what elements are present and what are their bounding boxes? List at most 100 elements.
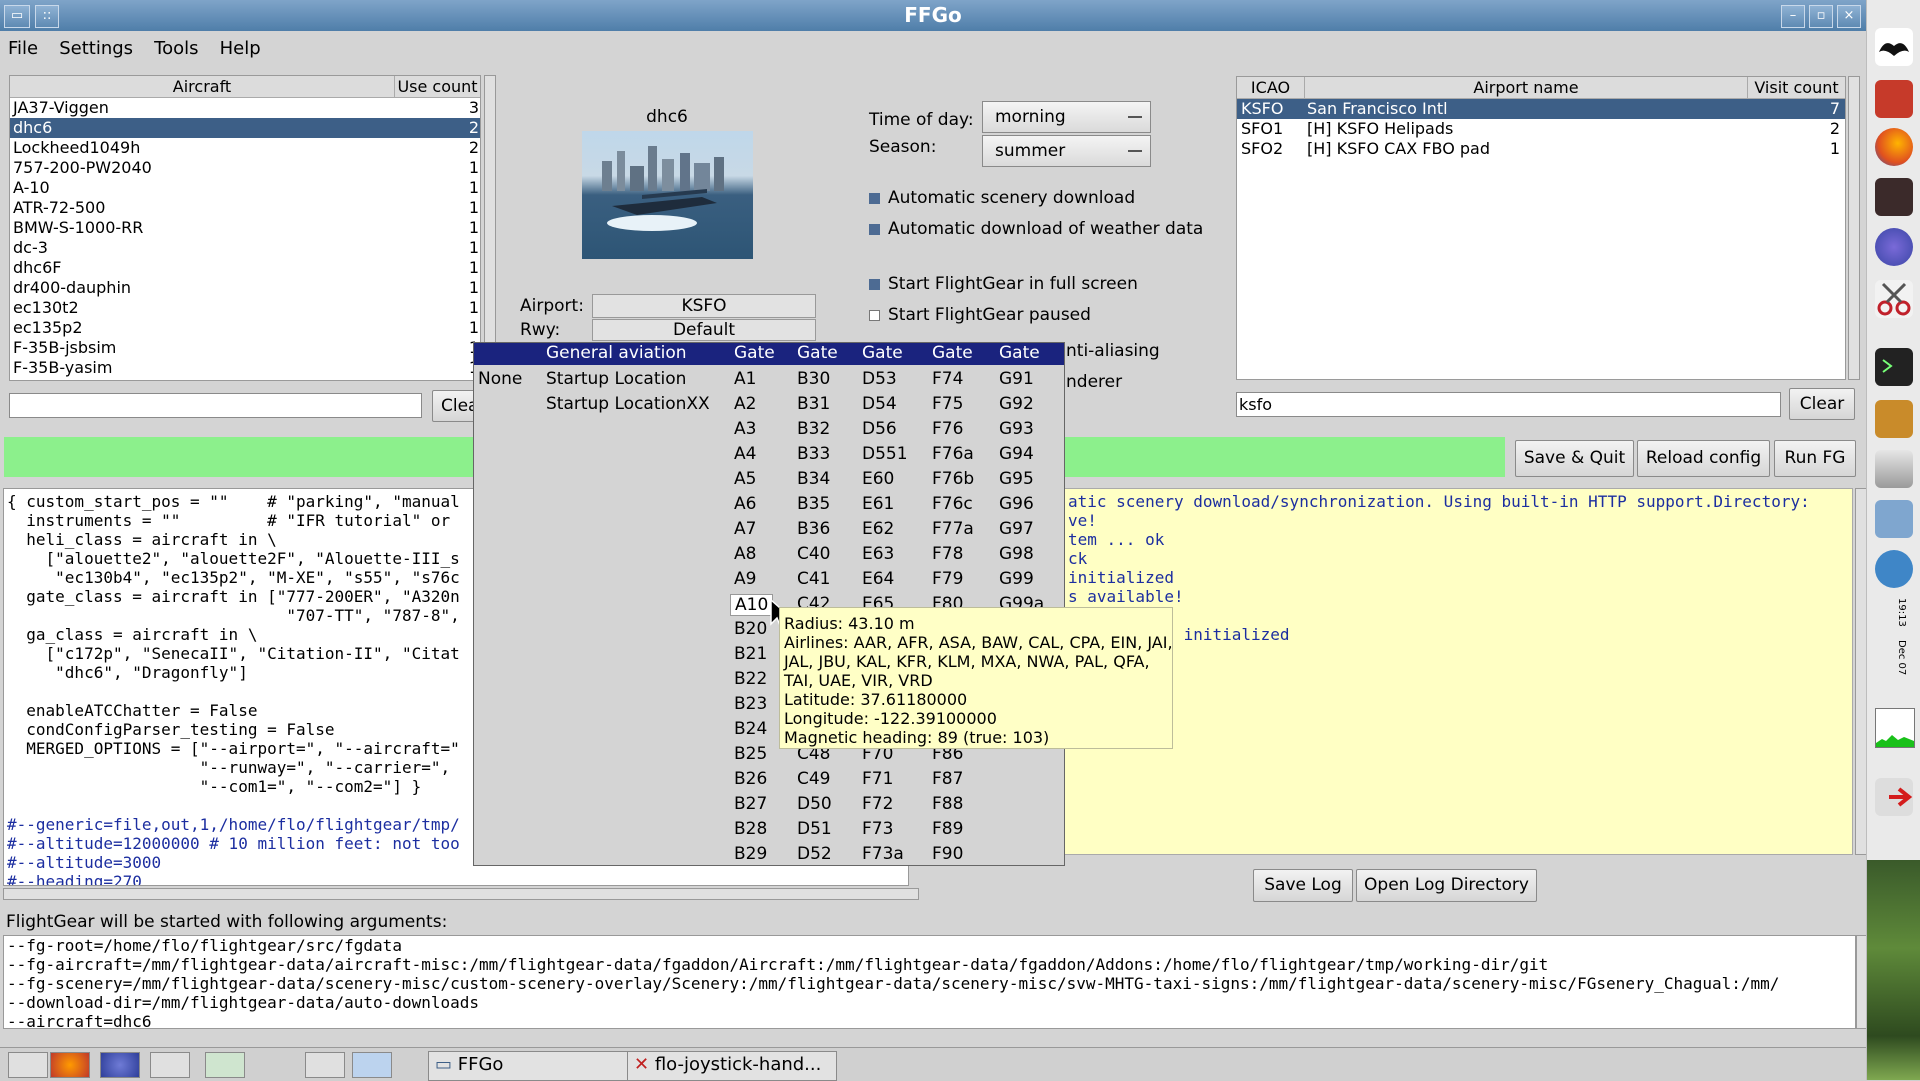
parking-gate[interactable]: E63 [862,544,894,564]
archive-icon[interactable] [1875,400,1913,438]
parking-gate[interactable]: F73a [862,844,904,864]
paint-tool-icon[interactable] [1875,80,1913,118]
parking-gate[interactable]: A5 [734,469,756,489]
aircraft-row[interactable]: 757-200-PW2040 1 [10,158,480,178]
checkbox-icon[interactable] [869,278,880,290]
parking-gate[interactable]: E64 [862,569,894,589]
parking-gate[interactable]: B26 [734,769,767,789]
menu-tools[interactable]: Tools [146,31,206,59]
parking-gate[interactable]: B34 [797,469,830,489]
parking-gate[interactable]: C41 [797,569,831,589]
parking-gate[interactable]: D51 [797,819,832,839]
maximize-button[interactable]: ▫ [1809,5,1833,28]
parking-gate[interactable]: E60 [862,469,894,489]
close-button[interactable]: × [1837,5,1861,28]
menu-settings[interactable]: Settings [51,31,141,59]
parking-gate[interactable]: B25 [734,744,767,764]
parking-gate[interactable]: B31 [797,394,830,414]
aircraft-row[interactable]: F-35B-yasim1 [10,358,480,378]
parking-gate[interactable]: F87 [932,769,963,789]
menu-file[interactable]: File [0,31,46,59]
bat-logo-icon[interactable] [1875,28,1913,66]
parking-gate[interactable]: G97 [999,519,1034,539]
parking-gate[interactable]: B27 [734,794,767,814]
icao-column-header[interactable]: ICAO [1237,77,1305,99]
airport-row[interactable]: KSFO San Francisco Intl 7 [1237,99,1845,119]
open-log-directory-button[interactable]: Open Log Directory [1356,869,1537,902]
log-view[interactable]: atic scenery download/synchronization. U… [1063,488,1853,855]
run-fg-button[interactable]: Run FG [1774,440,1856,477]
firefox-launcher-icon[interactable] [50,1052,90,1078]
aircraft-column-header[interactable]: Aircraft [10,76,395,98]
video-clapper-icon[interactable] [1875,178,1913,216]
parking-gate[interactable]: A2 [734,394,756,414]
save-log-button[interactable]: Save Log [1253,869,1353,902]
parking-gate[interactable]: D551 [862,444,908,464]
parking-gate[interactable]: A7 [734,519,756,539]
parking-gate[interactable]: B21 [734,644,767,664]
airport-list[interactable]: ICAO Airport name Visit count KSFO San Fr… [1236,76,1846,380]
parking-gate[interactable]: A10 [730,594,774,616]
parking-gate[interactable]: C49 [797,769,831,789]
logout-icon[interactable] [1875,778,1913,816]
parking-gate[interactable]: A6 [734,494,756,514]
parking-gate[interactable]: D53 [862,369,897,389]
aircraft-row[interactable]: A-10 1 [10,178,480,198]
parking-gate[interactable]: E61 [862,494,894,514]
scissors-icon[interactable] [1875,280,1913,318]
firefox-icon[interactable] [1875,128,1913,166]
airport-row[interactable]: SFO2 [H] KSFO CAX FBO pad 1 [1237,139,1845,159]
parking-gate[interactable]: G95 [999,469,1034,489]
parking-gate[interactable]: B36 [797,519,830,539]
runway-combo[interactable]: Default [592,319,816,341]
airport-clear-button[interactable]: Clear [1789,388,1855,420]
parking-gate[interactable]: F75 [932,394,963,414]
minimize-button[interactable]: – [1781,5,1805,28]
parking-gate[interactable]: G93 [999,419,1034,439]
option-checkbox[interactable]: Start FlightGear paused [869,305,1091,325]
aircraft-row[interactable]: ec130t2 1 [10,298,480,318]
parking-gate[interactable]: G98 [999,544,1034,564]
parking-startup-location-xx[interactable]: Startup LocationXX [546,394,710,414]
aircraft-search-input[interactable] [9,393,422,418]
airport-field[interactable]: KSFO [592,294,816,318]
option-checkbox[interactable]: Automatic scenery download [869,188,1135,208]
parking-gate[interactable]: F77a [932,519,974,539]
aircraft-row[interactable]: dc-3 1 [10,238,480,258]
parking-startup-location[interactable]: Startup Location [546,369,686,389]
helicopter-icon[interactable] [1875,550,1913,588]
checkbox-icon[interactable] [869,223,880,235]
parking-gate[interactable]: B23 [734,694,767,714]
aircraft-row[interactable]: dhc6 2 [10,118,480,138]
visit-count-column-header[interactable]: Visit count [1748,77,1845,99]
parking-gate[interactable]: F78 [932,544,963,564]
parking-gate[interactable]: A3 [734,419,756,439]
aircraft-row[interactable]: ec135p2 1 [10,318,480,338]
terminal-icon[interactable] [1875,348,1913,386]
season-select[interactable]: summer [982,135,1151,167]
parking-gate[interactable]: F71 [862,769,893,789]
parking-gate[interactable]: D54 [862,394,897,414]
parking-gate[interactable]: B32 [797,419,830,439]
parking-gate[interactable]: B22 [734,669,767,689]
checkbox-icon[interactable] [869,309,880,321]
airport-list-scrollbar[interactable] [1848,76,1860,380]
parking-gate[interactable]: F88 [932,794,963,814]
parking-gate[interactable]: A9 [734,569,756,589]
aircraft-list[interactable]: Aircraft Use count JA37-Viggen 3 dhc6 2 Lock… [9,75,481,381]
checkbox-icon[interactable] [869,192,880,204]
drive-icon[interactable] [1875,450,1913,488]
network-launcher-icon[interactable] [205,1052,245,1078]
task-joystick[interactable]: ✕ flo-joystick-hand... [627,1051,837,1081]
save-quit-button[interactable]: Save & Quit [1515,440,1634,477]
parking-gate[interactable]: A4 [734,444,756,464]
time-of-day-select[interactable]: morning [982,101,1151,133]
parking-gate[interactable]: F73 [862,819,893,839]
parking-gate[interactable]: B33 [797,444,830,464]
parking-gate[interactable]: G96 [999,494,1034,514]
parking-gate[interactable]: B35 [797,494,830,514]
parking-gate[interactable]: F76a [932,444,974,464]
parking-gate[interactable]: A8 [734,544,756,564]
parking-gate[interactable]: F74 [932,369,963,389]
parking-gate[interactable]: E62 [862,519,894,539]
